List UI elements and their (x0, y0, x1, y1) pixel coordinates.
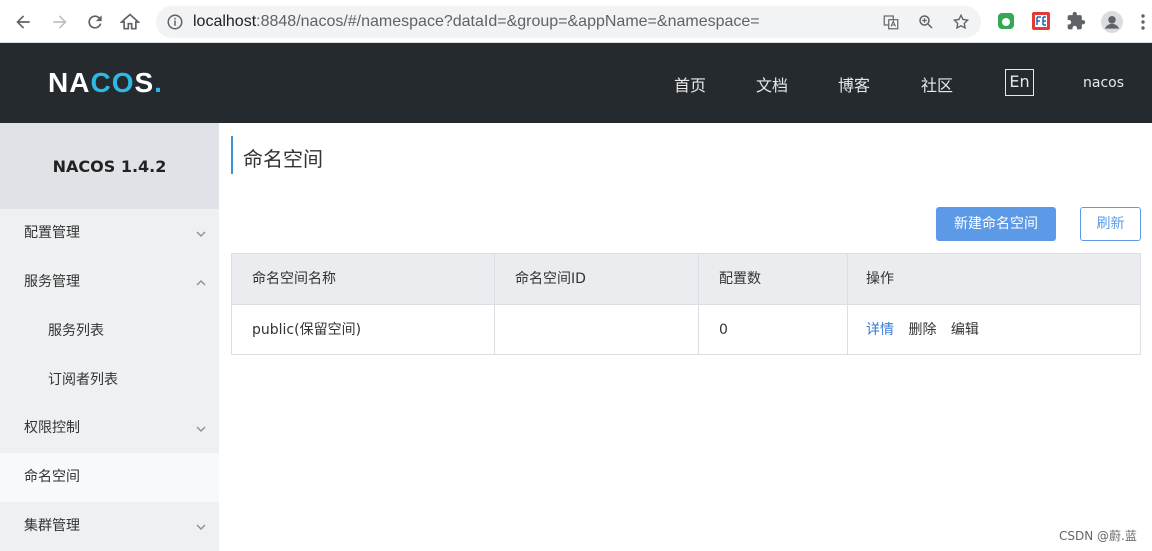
column-header-count: 配置数 (699, 254, 848, 304)
logo-text-o: O (111, 67, 135, 98)
sidebar-item-label: 权限控制 (24, 420, 80, 436)
language-switch[interactable]: En (1005, 69, 1034, 96)
nav-docs[interactable]: 文档 (756, 72, 788, 96)
logo-text-na: NA (48, 67, 91, 98)
sidebar-item-label: 命名空间 (24, 469, 80, 485)
url-host: localhost (193, 13, 257, 30)
title-accent-bar (231, 136, 233, 174)
chevron-down-icon (196, 231, 206, 237)
extension-fe-icon[interactable] (1031, 11, 1051, 31)
extension-green-icon[interactable] (996, 11, 1016, 31)
refresh-button[interactable]: 刷新 (1080, 207, 1141, 241)
details-link[interactable]: 详情 (866, 322, 894, 338)
sidebar-item-label: 配置管理 (24, 225, 80, 241)
sidebar-item-auth[interactable]: 权限控制 (0, 404, 219, 453)
watermark-text: CSDN @蔚.蓝 (1059, 529, 1137, 543)
column-header-actions: 操作 (866, 271, 894, 287)
table-header-row: 命名空间名称 命名空间ID 配置数 操作 (232, 254, 1140, 304)
info-icon[interactable] (166, 13, 184, 31)
app-header: NACOS. 首页 文档 博客 社区 En nacos (0, 43, 1152, 123)
url-path: :8848/nacos/#/namespace?dataId=&group=&a… (256, 13, 760, 30)
sidebar-item-label: 订阅者列表 (48, 372, 118, 388)
sidebar-item-config[interactable]: 配置管理 (0, 209, 219, 258)
sidebar-title: NACOS 1.4.2 (0, 123, 219, 209)
nav-community[interactable]: 社区 (921, 72, 953, 96)
sidebar-item-label: 服务管理 (24, 274, 80, 290)
user-name[interactable]: nacos (1083, 75, 1124, 91)
sidebar-item-service-list[interactable]: 服务列表 (0, 307, 219, 356)
bookmark-star-icon[interactable] (952, 13, 970, 31)
sidebar-item-cluster[interactable]: 集群管理 (0, 502, 219, 551)
address-bar[interactable]: localhost:8848/nacos/#/namespace?dataId=… (156, 6, 981, 38)
reload-icon[interactable] (81, 8, 109, 36)
column-header-name: 命名空间名称 (232, 254, 495, 304)
column-header-id: 命名空间ID (495, 254, 699, 304)
extensions-puzzle-icon[interactable] (1066, 11, 1086, 31)
config-count-cell: 0 (699, 305, 848, 355)
url-text: localhost:8848/nacos/#/namespace?dataId=… (193, 12, 760, 32)
namespace-name-cell: public(保留空间) (232, 305, 495, 355)
profile-avatar-icon[interactable] (1101, 11, 1123, 33)
chevron-down-icon (196, 524, 206, 530)
sidebar-item-namespace[interactable]: 命名空间 (0, 453, 219, 502)
zoom-icon[interactable] (917, 13, 935, 31)
chevron-down-icon (196, 426, 206, 432)
sidebar-item-label: 集群管理 (24, 518, 80, 534)
browser-toolbar: localhost:8848/nacos/#/namespace?dataId=… (0, 0, 1152, 43)
sidebar-item-subscribers[interactable]: 订阅者列表 (0, 356, 219, 405)
home-icon[interactable] (116, 8, 144, 36)
table-row: public(保留空间) 0 详情 删除 编辑 (232, 304, 1140, 355)
sidebar: NACOS 1.4.2 配置管理 服务管理 服务列表 订阅者列表 权限控制 命名… (0, 123, 219, 551)
back-icon[interactable] (9, 8, 37, 36)
forward-icon[interactable] (46, 8, 74, 36)
translate-icon[interactable] (882, 13, 900, 31)
nav-home[interactable]: 首页 (674, 72, 706, 96)
sidebar-item-service[interactable]: 服务管理 (0, 258, 219, 307)
logo-dot: . (154, 67, 163, 98)
chevron-up-icon (196, 280, 206, 286)
actions-cell: 详情 删除 编辑 (848, 305, 1140, 355)
browser-menu-icon[interactable] (1140, 13, 1146, 33)
logo-text-s: S (134, 67, 155, 98)
namespace-table: 命名空间名称 命名空间ID 配置数 操作 public(保留空间) 0 详情 删… (231, 253, 1141, 355)
logo-text-c: C (90, 67, 112, 98)
sidebar-item-label: 服务列表 (48, 323, 104, 339)
edit-link[interactable]: 编辑 (951, 322, 979, 338)
delete-link[interactable]: 删除 (908, 322, 936, 338)
nav-blog[interactable]: 博客 (838, 72, 870, 96)
namespace-id-cell (495, 305, 699, 355)
nacos-logo[interactable]: NACOS. (48, 67, 163, 99)
create-namespace-button[interactable]: 新建命名空间 (936, 207, 1056, 241)
page-title: 命名空间 (243, 147, 323, 171)
